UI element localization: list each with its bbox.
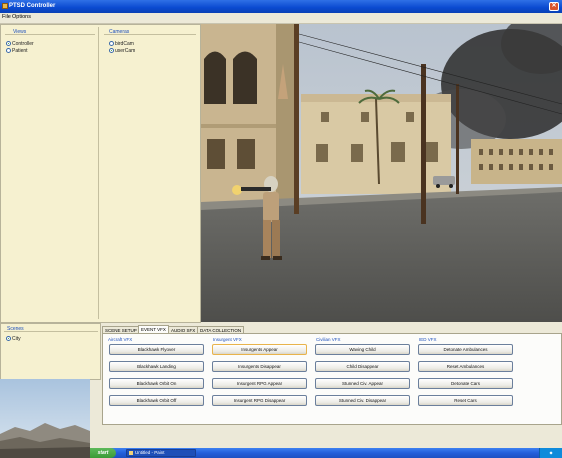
- blackhawk-landing-button[interactable]: Blackhawk Landing: [109, 361, 204, 372]
- system-tray[interactable]: ◆: [539, 448, 562, 458]
- reset-cars-button[interactable]: Reset Cars: [418, 395, 513, 406]
- insurgent-rpg-disappear-button[interactable]: Insurgent RPG Disappear: [212, 395, 307, 406]
- insurgent-vfx-title: Insurgent VFX: [213, 337, 242, 342]
- views-cameras-panel: Views Controller Patient Cameras birdCam…: [0, 24, 201, 323]
- paint-icon: [129, 451, 133, 455]
- stunned-civ-disappear-button[interactable]: Stunned Civ. Disappear: [315, 395, 410, 406]
- tray-icon: ◆: [549, 450, 553, 455]
- city-scene-render: [201, 24, 562, 322]
- stunned-civ-appear-button[interactable]: Stunned Civ. Appear: [315, 378, 410, 389]
- start-button[interactable]: start: [90, 448, 116, 458]
- window-title: PTSD Controller: [9, 3, 56, 9]
- aircraft-vfx-title: Aircraft VFX: [108, 337, 133, 342]
- menu-file[interactable]: File: [2, 14, 11, 20]
- radio-controller[interactable]: [6, 41, 11, 47]
- radio-city[interactable]: [6, 336, 11, 342]
- view-option-controller[interactable]: Controller: [6, 41, 34, 47]
- scene-3d-viewport[interactable]: [201, 24, 562, 322]
- event-vfx-panel: Aircraft VFX Insurgent VFX Civilian VFX …: [102, 333, 562, 425]
- close-icon: ✕: [551, 3, 557, 9]
- close-button[interactable]: ✕: [549, 2, 559, 11]
- scenes-panel: Scenes City: [0, 323, 101, 380]
- taskbar-item-paint[interactable]: Untitled - Paint: [126, 449, 196, 457]
- civilian-vfx-title: Civilian VFX: [316, 337, 341, 342]
- desktop-wallpaper: [0, 379, 90, 458]
- radio-birdcam[interactable]: [109, 41, 114, 47]
- child-disappear-button[interactable]: Child Disappear: [315, 361, 410, 372]
- blackhawk-flyover-button[interactable]: Blackhawk Flyover: [109, 344, 204, 355]
- insurgents-appear-button[interactable]: Insurgents Appear: [212, 344, 307, 355]
- title-bar: PTSD Controller ✕: [0, 0, 562, 13]
- camera-option-usercam[interactable]: userCam: [109, 48, 135, 54]
- detonate-cars-button[interactable]: Detonate Cars: [418, 378, 513, 389]
- taskbar: start Untitled - Paint ◆: [90, 448, 562, 458]
- insurgents-disappear-button[interactable]: Insurgents Disappear: [212, 361, 307, 372]
- reset-ambulances-button[interactable]: Reset Ambulances: [418, 361, 513, 372]
- insurgent-rpg-appear-button[interactable]: Insurgent RPG Appear: [212, 378, 307, 389]
- blackhawk-orbit-off-button[interactable]: Blackhawk Orbit Off: [109, 395, 204, 406]
- radio-usercam[interactable]: [109, 48, 114, 54]
- app-icon: [2, 3, 8, 9]
- scene-option-city[interactable]: City: [6, 336, 21, 342]
- camera-option-birdcam[interactable]: birdCam: [109, 41, 134, 47]
- radio-patient[interactable]: [6, 48, 11, 54]
- detonate-ambulances-button[interactable]: Detonate Ambulances: [418, 344, 513, 355]
- blackhawk-orbit-on-button[interactable]: Blackhawk Orbit On: [109, 378, 204, 389]
- menu-options[interactable]: Options: [12, 14, 31, 20]
- menu-bar: File Options: [0, 13, 562, 24]
- ied-vfx-title: IED VFX: [419, 337, 437, 342]
- waving-child-button[interactable]: Waving Child: [315, 344, 410, 355]
- view-option-patient[interactable]: Patient: [6, 48, 28, 54]
